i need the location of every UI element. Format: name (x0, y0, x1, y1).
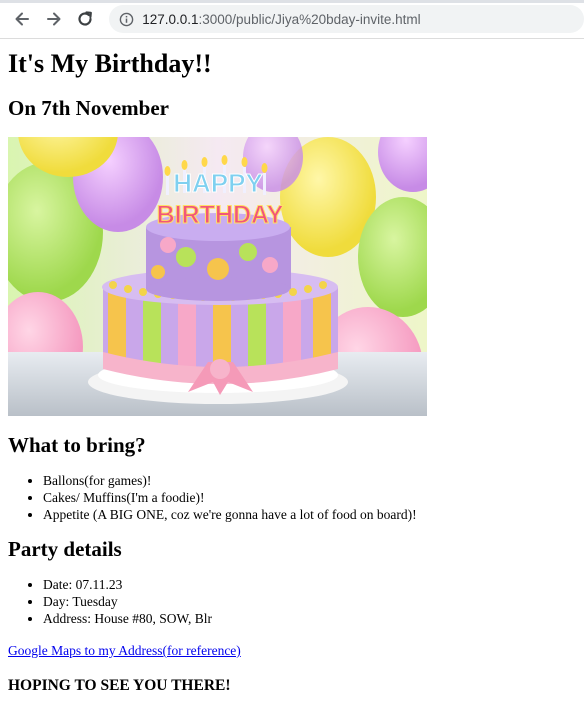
list-item: Date: 07.11.23 (43, 576, 576, 593)
party-details-list: Date: 07.11.23 Day: Tuesday Address: Hou… (8, 576, 576, 627)
url-host: 127.0.0.1 (142, 11, 199, 27)
forward-arrow-icon (46, 12, 61, 26)
browser-toolbar: 127.0.0.1:3000/public/Jiya%20bday-invite… (0, 0, 584, 39)
address-bar[interactable]: 127.0.0.1:3000/public/Jiya%20bday-invite… (109, 5, 584, 33)
reload-button[interactable] (73, 7, 97, 31)
cake-topper-happy: HAPPY (173, 168, 263, 198)
reload-icon (78, 11, 93, 26)
forward-button[interactable] (42, 7, 66, 31)
list-item: Address: House #80, SOW, Blr (43, 610, 576, 627)
birthday-cake-image: HAPPY BIRTHDAY (8, 137, 427, 416)
page-subtitle: On 7th November (8, 96, 169, 120)
google-maps-link[interactable]: Google Maps to my Address(for reference) (8, 643, 241, 658)
list-item: Ballons(for games)! (43, 472, 576, 489)
cake-topper-birthday: BIRTHDAY (157, 201, 284, 229)
list-item: Day: Tuesday (43, 593, 576, 610)
page-title: It's My Birthday!! (8, 49, 212, 78)
url-path: :3000/public/Jiya%20bday-invite.html (198, 11, 421, 27)
page-content: It's My Birthday!! On 7th November HAPPY… (0, 49, 584, 695)
what-to-bring-list: Ballons(for games)! Cakes/ Muffins(I'm a… (8, 472, 576, 523)
back-arrow-icon (15, 12, 29, 26)
back-button[interactable] (10, 7, 34, 31)
list-item: Appetite (A BIG ONE, coz we're gonna hav… (43, 506, 576, 523)
info-icon[interactable] (119, 12, 134, 27)
list-item: Cakes/ Muffins(I'm a foodie)! (43, 489, 576, 506)
closing-message: HOPING TO SEE YOU THERE! (8, 677, 231, 694)
what-to-bring-heading: What to bring? (8, 433, 146, 457)
party-details-heading: Party details (8, 537, 122, 561)
